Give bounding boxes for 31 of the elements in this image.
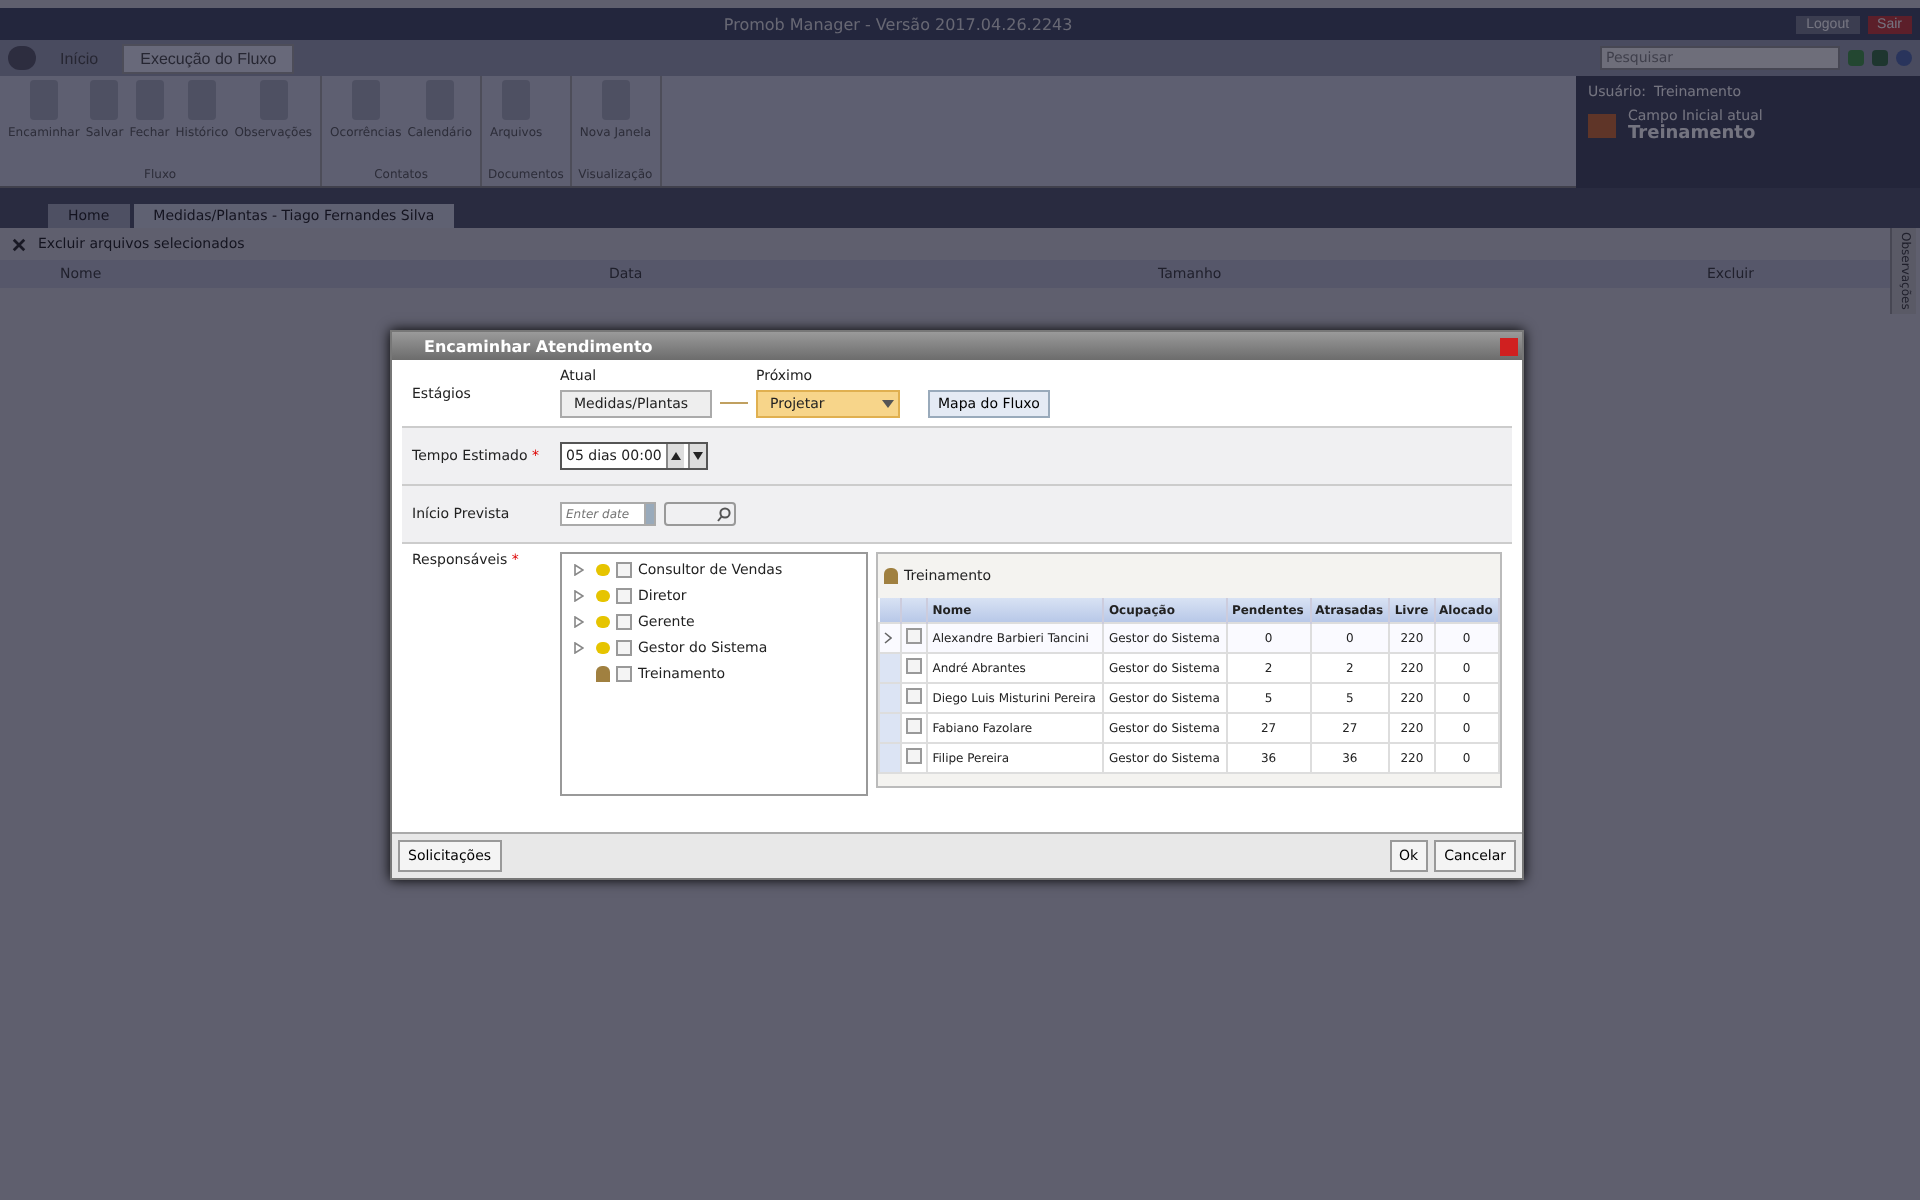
checkbox[interactable] [906,718,922,734]
user-icon [884,568,898,584]
checkbox[interactable] [616,562,632,578]
spin-down-button[interactable] [687,444,706,468]
user-icon [596,666,610,682]
expand-icon[interactable] [574,642,584,654]
checkbox[interactable] [906,688,922,704]
checkbox[interactable] [616,588,632,604]
expand-icon[interactable] [574,616,584,628]
checkbox[interactable] [616,666,632,682]
window-title: Promob Manager - Versão 2017.04.26.2243 [721,15,1075,33]
current-row-icon [884,632,892,644]
app-menu-icon[interactable] [8,46,36,70]
checkbox[interactable] [906,628,922,644]
expand-icon[interactable] [574,564,584,576]
close-button[interactable] [1500,337,1518,355]
spin-up-button[interactable] [665,444,684,468]
ribbon-tab[interactable]: Execução do Fluxo [122,43,295,73]
lookup-field[interactable] [664,502,736,526]
help-icon[interactable] [1896,50,1912,66]
connector-line [720,402,748,404]
search-icon[interactable] [716,506,732,522]
checkbox[interactable] [906,748,922,764]
delete-icon[interactable] [12,237,26,251]
checkbox[interactable] [616,640,632,656]
panel-value: Treinamento [1628,124,1758,144]
caret-icon [882,400,894,408]
checkbox[interactable] [906,658,922,674]
expand-icon[interactable] [574,590,584,602]
dialog-title: Encaminhar Atendimento [424,337,653,355]
checkbox[interactable] [616,614,632,630]
